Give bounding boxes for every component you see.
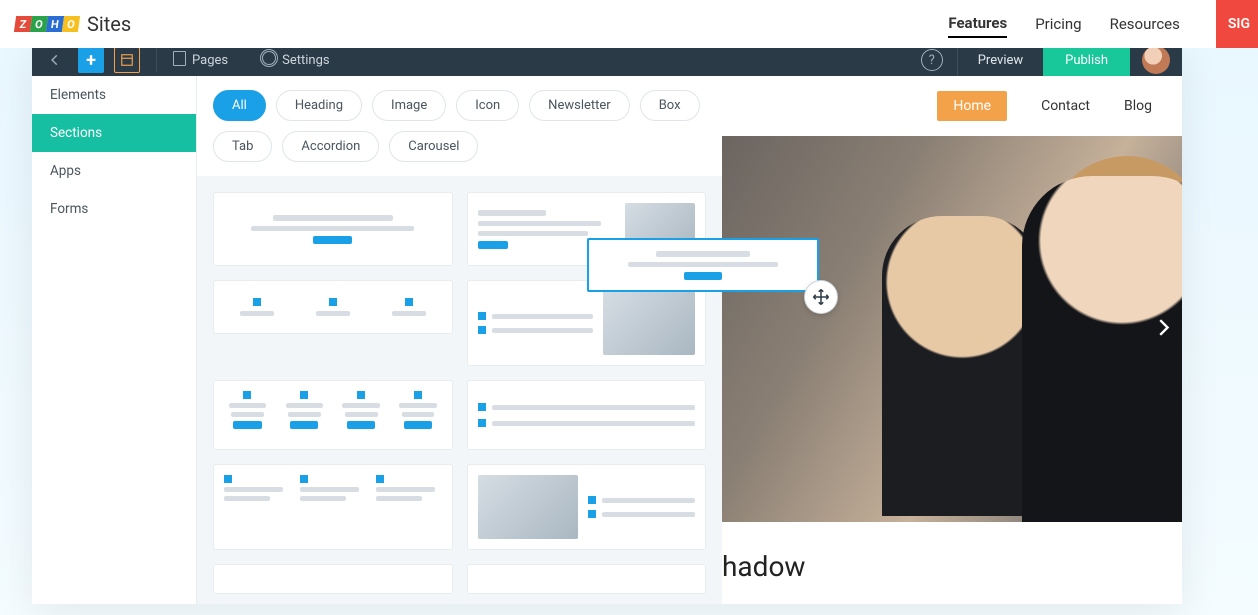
chip-accordion[interactable]: Accordion: [282, 131, 379, 162]
section-template[interactable]: [467, 564, 707, 594]
site-nav: Home Contact Blog: [722, 76, 1182, 136]
section-template[interactable]: [213, 464, 453, 550]
help-button[interactable]: ?: [921, 49, 943, 71]
section-template[interactable]: [467, 280, 707, 366]
section-template[interactable]: [213, 564, 453, 594]
brand-name: Sites: [87, 12, 131, 36]
nav-resources[interactable]: Resources: [1110, 11, 1180, 37]
layout-button[interactable]: [114, 47, 140, 73]
section-filter-chips: All Heading Image Icon Newsletter Box Ta…: [197, 76, 722, 176]
nav-pricing[interactable]: Pricing: [1035, 11, 1081, 37]
topnav: Features Pricing Resources SIG: [948, 0, 1258, 48]
back-button[interactable]: [42, 47, 68, 73]
sidebar-item-apps[interactable]: Apps: [32, 152, 196, 190]
site-editor: + Pages Settings ? Preview Publish Eleme: [32, 44, 1182, 604]
carousel-next-icon[interactable]: [1152, 313, 1174, 346]
move-icon[interactable]: [804, 280, 838, 314]
section-template[interactable]: [213, 380, 453, 450]
brand-logo[interactable]: ZOHO Sites: [15, 12, 131, 36]
chip-heading[interactable]: Heading: [276, 90, 362, 121]
section-template[interactable]: [467, 464, 707, 550]
sitenav-blog[interactable]: Blog: [1124, 98, 1152, 114]
dragged-section-preview[interactable]: [587, 238, 819, 292]
chip-image[interactable]: Image: [372, 90, 446, 121]
chip-carousel[interactable]: Carousel: [389, 131, 478, 162]
zoho-logo-icon: ZOHO: [15, 16, 79, 32]
preview-button[interactable]: Preview: [958, 44, 1043, 76]
chip-tab[interactable]: Tab: [213, 131, 272, 162]
marketing-topbar: ZOHO Sites Features Pricing Resources SI…: [0, 0, 1258, 48]
chip-newsletter[interactable]: Newsletter: [529, 90, 630, 121]
nav-features[interactable]: Features: [948, 10, 1007, 38]
add-button[interactable]: +: [78, 47, 104, 73]
settings-menu[interactable]: Settings: [262, 51, 329, 69]
sidebar-item-elements[interactable]: Elements: [32, 76, 196, 114]
chip-icon[interactable]: Icon: [456, 90, 519, 121]
section-template[interactable]: [467, 380, 707, 450]
settings-label: Settings: [282, 53, 329, 68]
signin-button[interactable]: SIG: [1216, 0, 1258, 48]
chip-box[interactable]: Box: [640, 90, 700, 121]
pages-menu[interactable]: Pages: [173, 51, 228, 70]
sidebar-item-forms[interactable]: Forms: [32, 190, 196, 228]
canvas-heading: hadow: [722, 522, 1182, 583]
site-canvas[interactable]: Home Contact Blog hadow: [722, 76, 1182, 604]
sidebar-item-sections[interactable]: Sections: [32, 114, 196, 152]
pages-label: Pages: [192, 53, 228, 68]
chip-all[interactable]: All: [213, 90, 266, 121]
page-icon: [173, 51, 186, 70]
sitenav-contact[interactable]: Contact: [1041, 98, 1090, 114]
editor-toolbar: + Pages Settings ? Preview Publish: [32, 44, 1182, 76]
editor-sidebar: Elements Sections Apps Forms: [32, 76, 197, 604]
hero-image: [722, 136, 1182, 522]
sections-panel: All Heading Image Icon Newsletter Box Ta…: [197, 76, 722, 604]
user-avatar[interactable]: [1142, 46, 1170, 74]
sitenav-home[interactable]: Home: [937, 91, 1007, 121]
section-template[interactable]: [213, 280, 453, 334]
section-template[interactable]: [213, 192, 453, 266]
gear-icon: [262, 51, 276, 69]
publish-button[interactable]: Publish: [1043, 44, 1130, 76]
